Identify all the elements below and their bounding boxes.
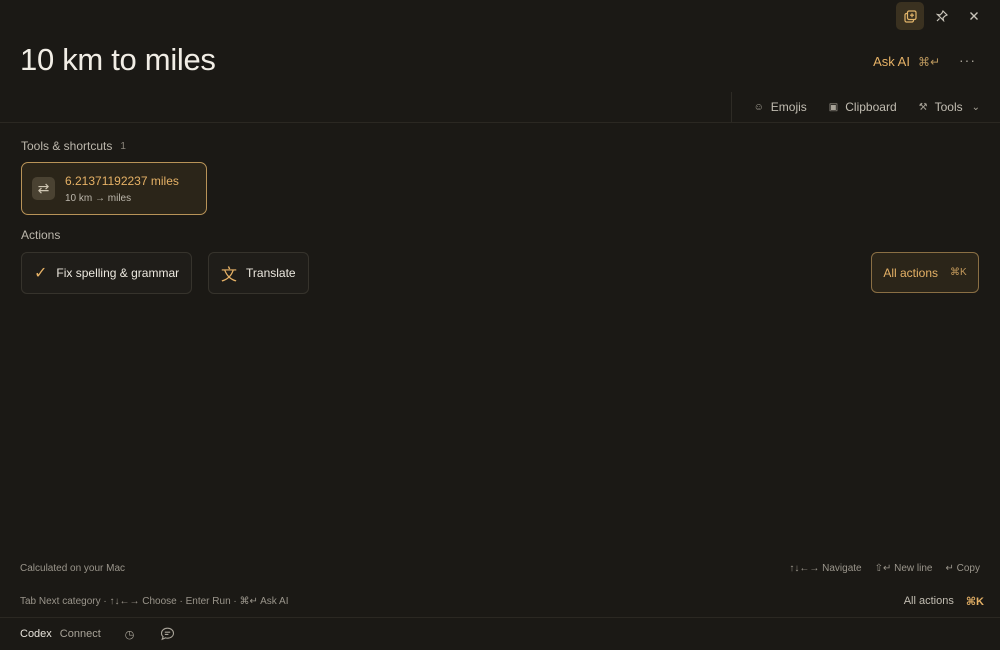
result-value: 6.21371192237 miles — [65, 173, 179, 188]
filter-tools-label: Tools — [934, 100, 963, 114]
check-icon: ✓ — [34, 265, 48, 282]
more-options-button[interactable]: ··· — [959, 52, 976, 68]
tools-icon: ⚒ — [918, 101, 928, 113]
header-divider — [0, 122, 1000, 123]
emoji-icon: ☺ — [753, 101, 764, 113]
search-query-input[interactable]: 10 km to miles — [20, 42, 216, 78]
connect-tab[interactable]: Connect — [60, 628, 101, 640]
hint-navigate: ↑↓←→ Navigate — [789, 563, 862, 574]
keyboard-help: Tab Next category · ↑↓←→ Choose · Enter … — [20, 596, 289, 607]
launcher-window: 10 km to miles Ask AI ⌘↵ ··· ☺ Emojis ▣ … — [0, 0, 1000, 650]
all-actions-button[interactable]: All actions ⌘K — [871, 252, 979, 293]
calculated-note: Calculated on your Mac — [20, 563, 126, 574]
hint-copy[interactable]: ↵ Copy — [945, 563, 980, 574]
chevron-down-icon: ⌄ — [971, 101, 980, 113]
all-actions-shortcut: ⌘K — [950, 267, 967, 278]
footer-all-actions-button[interactable]: All actions ⌘K — [904, 595, 984, 608]
close-icon — [970, 12, 978, 20]
fix-spelling-label: Fix spelling & grammar — [56, 266, 180, 280]
convert-arrows-icon: ⇄ — [32, 177, 55, 200]
actions-section-title: Actions — [21, 228, 60, 242]
bottom-bar: Codex Connect ◷ — [20, 627, 175, 641]
hint-new-line: ⇧↵ New line — [874, 563, 933, 574]
history-icon[interactable]: ◷ — [125, 628, 135, 641]
result-subtitle: 10 km → miles — [65, 192, 132, 204]
filter-tools-dropdown[interactable]: ⚒ Tools ⌄ — [919, 100, 980, 114]
keyboard-hints: ↑↓←→ Navigate ⇧↵ New line ↵ Copy — [789, 563, 980, 574]
filter-bar: ☺ Emojis ▣ Clipboard ⚒ Tools ⌄ — [730, 92, 980, 122]
conversion-result-card[interactable]: ⇄ 6.21371192237 miles 10 km → miles — [21, 162, 207, 215]
tools-section-count: 1 — [120, 140, 126, 152]
all-actions-label: All actions — [883, 265, 939, 280]
tools-section-label: Tools & shortcuts — [21, 139, 113, 153]
fix-spelling-button[interactable]: ✓ Fix spelling & grammar — [21, 252, 193, 294]
ask-ai-shortcut: ⌘↵ — [917, 54, 940, 69]
filter-clipboard[interactable]: ▣ Clipboard — [829, 100, 897, 114]
footer-all-actions-shortcut: ⌘K — [965, 596, 984, 608]
actions-section-label: Actions — [21, 228, 61, 242]
pin-button[interactable] — [928, 2, 956, 30]
tools-section-title: Tools & shortcuts 1 — [21, 139, 126, 153]
chat-icon[interactable] — [160, 627, 175, 641]
filter-emojis-label: Emojis — [770, 100, 807, 114]
ask-ai-button[interactable]: Ask AI ⌘↵ — [873, 54, 940, 69]
footer-all-actions-label: All actions — [903, 595, 954, 607]
translate-button[interactable]: 文 Translate — [208, 252, 309, 294]
result-text: 6.21371192237 miles 10 km → miles — [65, 174, 179, 204]
pin-icon — [936, 10, 948, 22]
translate-label: Translate — [246, 266, 296, 280]
translate-icon: 文 — [221, 267, 238, 284]
window-controls — [896, 2, 988, 30]
codex-tab[interactable]: Codex — [20, 628, 52, 640]
close-button[interactable] — [960, 2, 988, 30]
float-window-button[interactable] — [896, 2, 924, 30]
ask-ai-label: Ask AI — [873, 54, 910, 69]
float-window-icon — [903, 9, 917, 23]
footer-divider — [0, 617, 1000, 618]
clipboard-icon: ▣ — [828, 101, 839, 113]
filter-clipboard-label: Clipboard — [845, 100, 897, 114]
filter-emojis[interactable]: ☺ Emojis — [754, 100, 807, 114]
